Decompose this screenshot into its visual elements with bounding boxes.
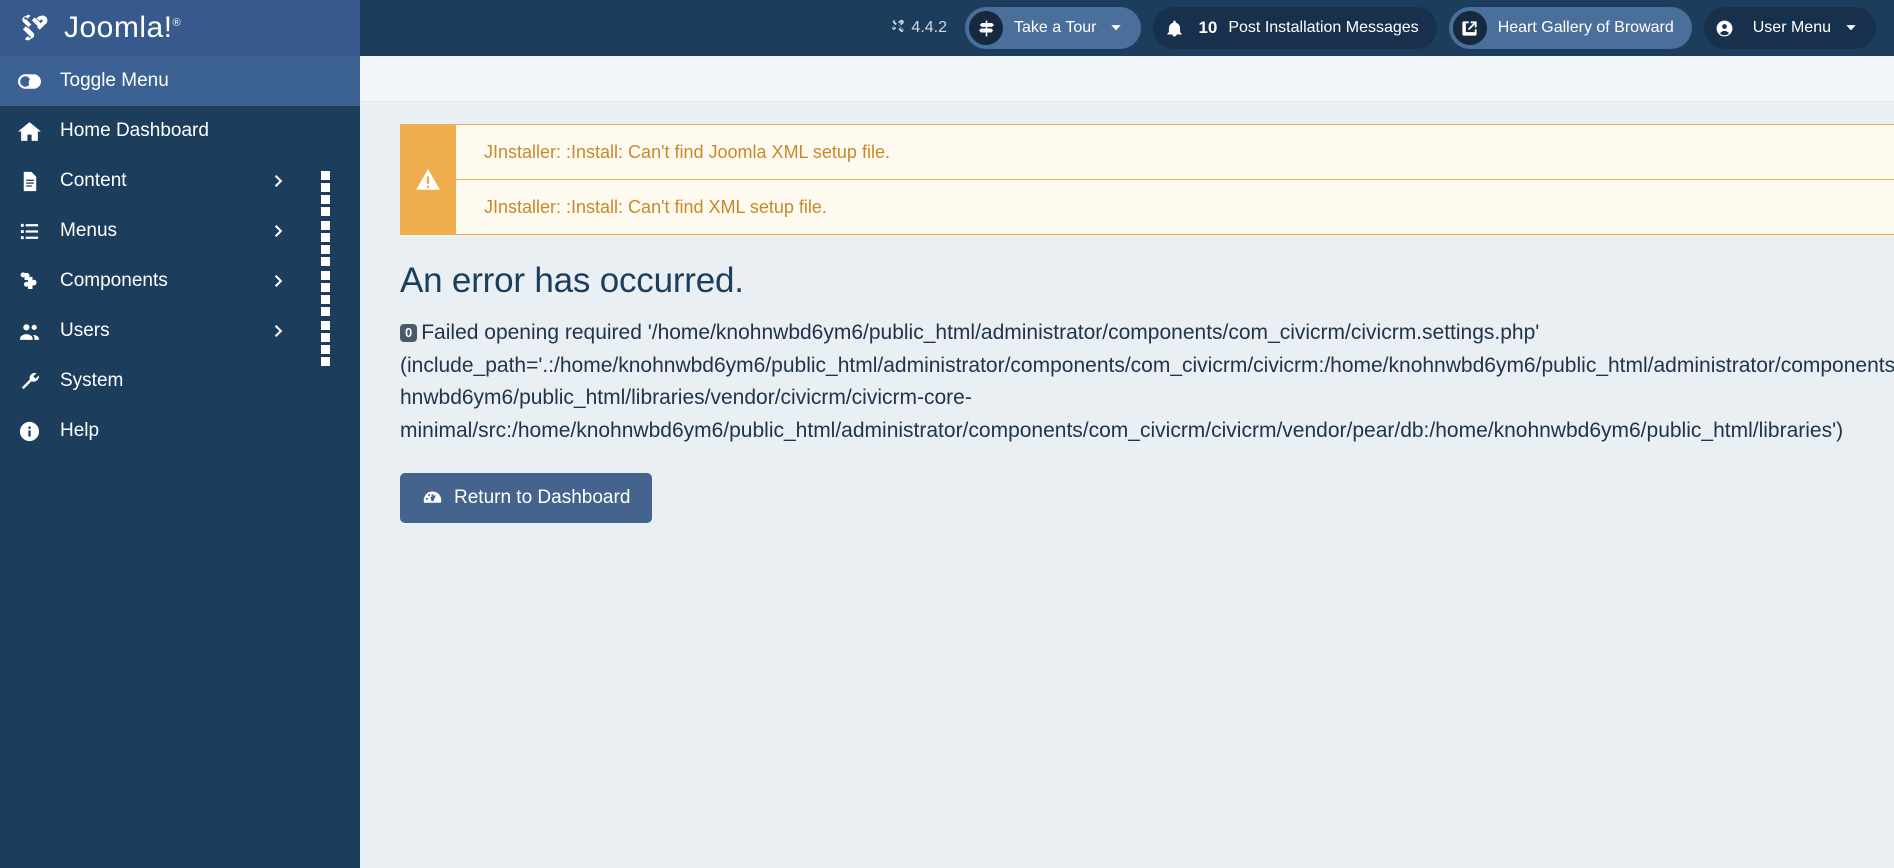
toggle-icon xyxy=(14,68,44,94)
users-icon xyxy=(14,318,44,344)
list-icon xyxy=(14,218,44,244)
sidebar: Toggle Menu Home Dashboard Content Menus… xyxy=(0,56,360,868)
take-a-tour-label: Take a Tour xyxy=(1014,19,1097,36)
sidebar-item-label: Content xyxy=(60,170,127,191)
chevron-right-icon[interactable] xyxy=(271,223,287,239)
bell-icon xyxy=(1157,11,1191,45)
home-icon xyxy=(14,118,44,144)
joomla-version: 4.4.2 xyxy=(890,18,947,38)
site-link-label: Heart Gallery of Broward xyxy=(1497,19,1674,36)
brand-trademark: ® xyxy=(172,17,182,29)
version-label: 4.4.2 xyxy=(911,19,948,36)
return-to-dashboard-button[interactable]: Return to Dashboard xyxy=(400,473,653,524)
page-body: Toggle Menu Home Dashboard Content Menus… xyxy=(0,56,1894,868)
post-installation-count: 10 xyxy=(1198,18,1218,37)
sidebar-item-components[interactable]: Components xyxy=(0,256,360,316)
chevron-right-icon[interactable] xyxy=(271,273,287,289)
post-installation-label: Post Installation Messages xyxy=(1228,19,1419,36)
brand-logo-area[interactable]: Joomla!® xyxy=(0,0,360,56)
chevron-down-icon xyxy=(1111,25,1122,31)
sidebar-item-users[interactable]: Users xyxy=(0,306,360,366)
sidebar-item-toggle-menu[interactable]: Toggle Menu xyxy=(0,56,360,106)
dashboard-icon xyxy=(423,491,442,503)
alert-messages: JInstaller: :Install: Can't find Joomla … xyxy=(456,125,1894,234)
top-header: Joomla!® 4.4.2 Take a Tour 10 Post Insta… xyxy=(0,0,1894,56)
user-circle-icon xyxy=(1708,11,1742,45)
user-menu-label: User Menu xyxy=(1752,19,1831,36)
puzzle-icon xyxy=(14,268,44,294)
sidebar-item-help[interactable]: Help xyxy=(0,406,360,456)
alert-message: JInstaller: :Install: Can't find Joomla … xyxy=(484,142,890,162)
sidebar-item-system[interactable]: System xyxy=(0,356,360,406)
sidebar-item-label: Menus xyxy=(60,220,118,241)
chevron-right-icon[interactable] xyxy=(271,173,287,189)
chevron-right-icon[interactable] xyxy=(271,323,287,339)
warning-alert: JInstaller: :Install: Can't find Joomla … xyxy=(400,124,1894,235)
sub-toolbar xyxy=(360,56,1894,102)
document-icon xyxy=(14,168,44,194)
sidebar-item-home-dashboard[interactable]: Home Dashboard xyxy=(0,106,360,156)
wrench-icon xyxy=(14,368,44,394)
chevron-down-icon xyxy=(1846,25,1856,31)
dashboard-grid-icon[interactable] xyxy=(321,170,342,216)
error-message-block: 0 Failed opening required '/home/knohnwbd… xyxy=(400,317,1894,447)
dashboard-grid-icon[interactable] xyxy=(321,320,342,366)
joomla-logo-icon xyxy=(14,9,52,47)
alert-message: JInstaller: :Install: Can't find XML set… xyxy=(456,179,1894,234)
main-content: JInstaller: :Install: Can't find Joomla … xyxy=(360,56,1894,868)
joomla-mark-icon xyxy=(890,18,905,38)
brand-name: Joomla!® xyxy=(64,11,182,44)
sidebar-item-label: Home Dashboard xyxy=(60,120,209,141)
error-message-text: Failed opening required '/home/knohnwbd6… xyxy=(400,321,1894,442)
joomla-admin-page: Joomla!® 4.4.2 Take a Tour 10 Post Insta… xyxy=(0,0,1894,868)
sidebar-item-content[interactable]: Content xyxy=(0,156,360,216)
post-installation-messages-button[interactable]: 10 Post Installation Messages xyxy=(1153,7,1437,49)
site-link-button[interactable]: Heart Gallery of Broward xyxy=(1448,7,1692,49)
sidebar-item-label: Help xyxy=(60,420,100,441)
alert-icon-band xyxy=(400,125,456,234)
sidebar-item-label: System xyxy=(60,370,124,391)
user-menu-button[interactable]: User Menu xyxy=(1703,7,1876,49)
header-actions: 4.4.2 Take a Tour 10 Post Installation M… xyxy=(360,0,1894,56)
error-code-badge: 0 xyxy=(400,324,418,343)
external-link-icon xyxy=(1452,11,1487,45)
sidebar-item-label: Users xyxy=(60,320,110,341)
take-a-tour-button[interactable]: Take a Tour xyxy=(965,7,1142,49)
sidebar-item-label: Toggle Menu xyxy=(60,70,169,91)
info-circle-icon xyxy=(14,418,44,444)
warning-triangle-icon xyxy=(416,168,440,190)
error-title: An error has occurred. xyxy=(400,261,744,300)
content-area: JInstaller: :Install: Can't find Joomla … xyxy=(360,102,1894,868)
sidebar-item-menus[interactable]: Menus xyxy=(0,206,360,266)
dashboard-grid-icon[interactable] xyxy=(321,220,342,266)
signpost-icon xyxy=(969,11,1004,45)
return-to-dashboard-label: Return to Dashboard xyxy=(454,487,631,509)
dashboard-grid-icon[interactable] xyxy=(321,270,342,316)
sidebar-item-label: Components xyxy=(60,270,168,291)
